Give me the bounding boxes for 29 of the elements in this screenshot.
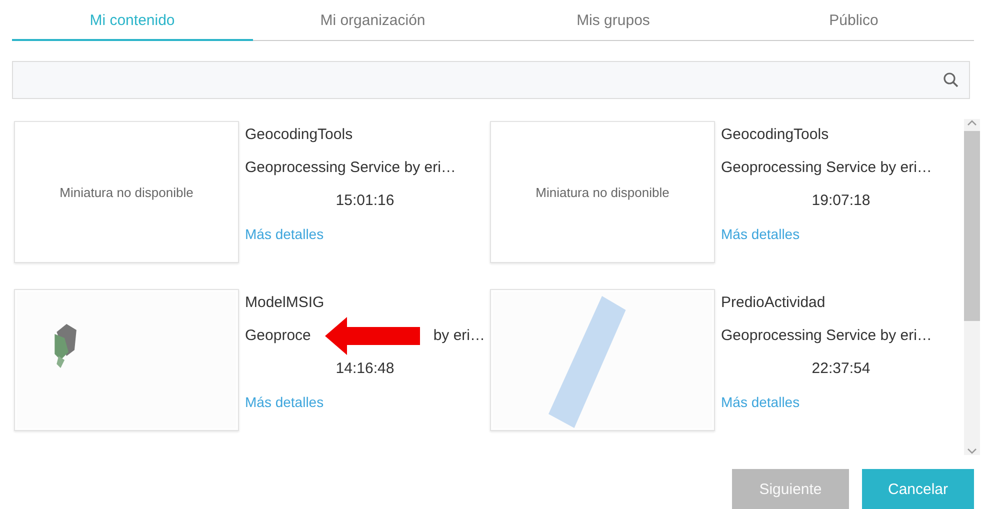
item-time: 19:07:18 bbox=[810, 191, 872, 211]
item-time: 22:37:54 bbox=[810, 359, 872, 379]
item-title: ModelMSIG bbox=[245, 293, 326, 313]
item-description: Geoprocessing Service by eri… bbox=[721, 158, 932, 178]
tab[interactable]: Público bbox=[734, 0, 974, 41]
item-description: Geoproce bbox=[245, 326, 311, 346]
item-title: GeocodingTools bbox=[245, 125, 354, 145]
details-link[interactable]: Más detalles bbox=[245, 392, 324, 412]
item-title: GeocodingTools bbox=[721, 125, 830, 145]
thumbnail-text: Miniatura no disponible bbox=[60, 184, 194, 200]
details-link[interactable]: Más detalles bbox=[721, 224, 800, 244]
item-time: 15:01:16 bbox=[334, 191, 396, 211]
search-field[interactable] bbox=[12, 61, 970, 99]
details-link[interactable]: Más detalles bbox=[245, 224, 324, 244]
tab[interactable]: Mi organización bbox=[252, 0, 493, 41]
item-description: by eri… bbox=[433, 326, 485, 346]
scrollbar[interactable] bbox=[964, 119, 980, 455]
item-description: Geoprocessing Service by eri… bbox=[721, 326, 932, 346]
thumbnail-text: Miniatura no disponible bbox=[536, 184, 670, 200]
chevron-down-icon[interactable] bbox=[966, 447, 978, 455]
item-title: PredioActividad bbox=[721, 293, 826, 313]
item-time: 14:16:48 bbox=[334, 359, 396, 379]
item-description: Geoprocessing Service by eri… bbox=[245, 158, 456, 178]
chevron-up-icon[interactable] bbox=[966, 119, 978, 127]
dialog-button[interactable]: Cancelar bbox=[862, 469, 974, 509]
tab[interactable]: Mis grupos bbox=[493, 0, 734, 41]
tab[interactable]: Mi contenido bbox=[12, 0, 252, 41]
search-icon bbox=[943, 72, 959, 88]
details-link[interactable]: Más detalles bbox=[721, 392, 800, 412]
